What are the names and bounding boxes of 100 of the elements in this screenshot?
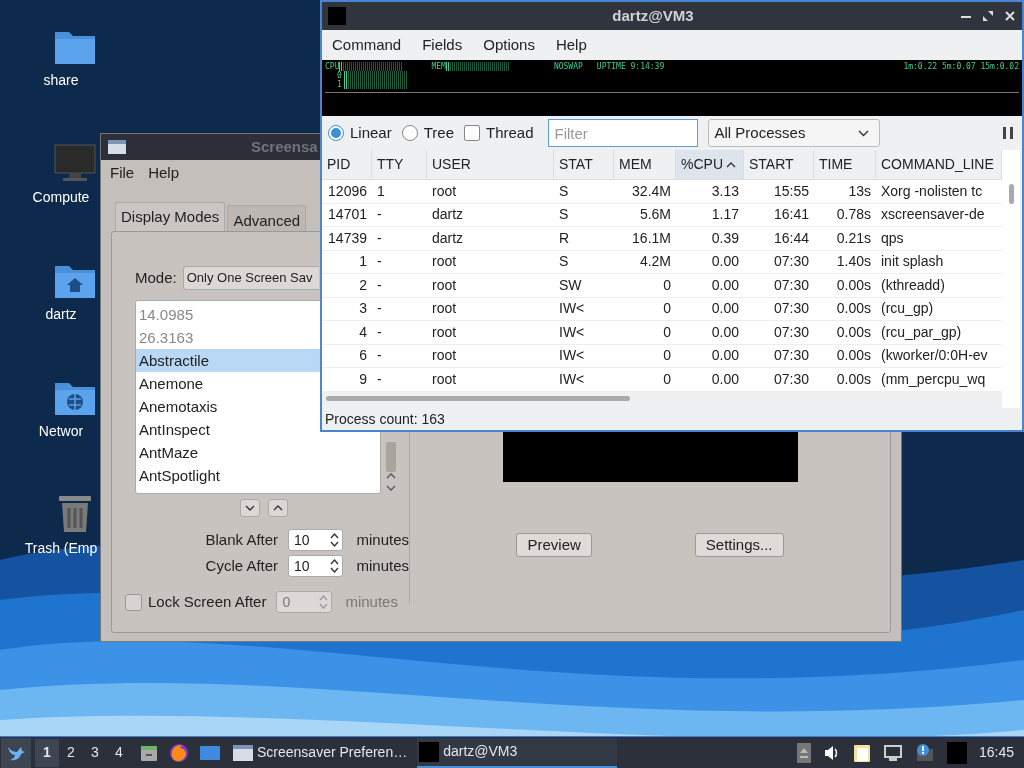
desktop-icon-label[interactable]: Compute bbox=[32, 187, 90, 208]
table-cell-text: R bbox=[559, 228, 570, 248]
notification-icon[interactable] bbox=[914, 742, 935, 763]
table-cell-text: 15:55 bbox=[773, 181, 809, 201]
table-cell-text: 0.00 bbox=[711, 275, 739, 295]
column-header[interactable]: USER bbox=[427, 150, 554, 179]
menu-item[interactable]: Help bbox=[148, 162, 180, 185]
list-item[interactable]: Anemone bbox=[136, 372, 320, 395]
window-icon bbox=[108, 140, 126, 154]
spin-box[interactable]: 10 bbox=[288, 555, 344, 577]
desktop-icon-label[interactable]: Trash (Emp bbox=[24, 538, 98, 559]
desktop-icon-label[interactable]: Networ bbox=[38, 421, 84, 442]
table-cell-text: S bbox=[559, 181, 569, 201]
sort-caret-icon bbox=[726, 161, 736, 168]
view-radio[interactable]: Tree bbox=[401, 121, 454, 145]
task-button[interactable]: Screensaver Preferen… bbox=[231, 737, 410, 768]
workspace-button[interactable]: 1 bbox=[35, 738, 59, 767]
list-item[interactable]: AntInspect bbox=[136, 418, 320, 441]
list-item[interactable]: Anemotaxis bbox=[136, 395, 320, 418]
table-cell-text: - bbox=[377, 275, 382, 295]
meter-bar-drawing bbox=[339, 62, 404, 71]
thread-checkbox[interactable]: Thread bbox=[464, 121, 534, 145]
table-cell-text: 0.00 bbox=[711, 299, 739, 319]
pause-icon[interactable] bbox=[1002, 126, 1014, 140]
column-header[interactable]: PID bbox=[322, 150, 372, 179]
chevron-up-icon bbox=[273, 505, 283, 511]
vertical-scrollbar[interactable] bbox=[1008, 184, 1014, 204]
timer-label: Blank After bbox=[205, 529, 279, 550]
table-cell-text: 1.17 bbox=[711, 205, 739, 225]
menu-item[interactable]: File bbox=[110, 162, 135, 185]
move-up-button[interactable] bbox=[268, 499, 288, 517]
menu-item[interactable]: Fields bbox=[422, 33, 463, 57]
table-cell-text: 0.00 bbox=[711, 346, 739, 366]
unit-label: minutes bbox=[345, 591, 398, 612]
table-cell-text: 0 bbox=[663, 346, 671, 366]
table-cell-text: - bbox=[377, 228, 382, 248]
table-cell-text: 16:41 bbox=[773, 205, 809, 225]
table-cell-text: 1.40s bbox=[836, 252, 871, 272]
column-header[interactable]: TIME bbox=[814, 150, 876, 179]
table-cell-text: init splash bbox=[881, 252, 944, 272]
table-cell-text: 14701 bbox=[328, 205, 367, 225]
table-cell-text: 32.4M bbox=[632, 181, 671, 201]
network-icon[interactable] bbox=[882, 743, 903, 762]
menu-item[interactable]: Options bbox=[483, 33, 535, 57]
table-cell-text: (mm_percpu_wq bbox=[881, 369, 986, 389]
column-header[interactable]: STAT bbox=[554, 150, 614, 179]
column-header[interactable]: TTY bbox=[372, 150, 427, 179]
desktop-icon-label[interactable]: share bbox=[43, 70, 79, 91]
clock[interactable]: 16:45 bbox=[978, 742, 1014, 763]
table-cell-text: root bbox=[432, 322, 457, 342]
move-down-button[interactable] bbox=[240, 499, 260, 517]
close-icon[interactable] bbox=[1004, 10, 1016, 22]
restore-icon[interactable] bbox=[982, 10, 994, 22]
terminal-icon bbox=[419, 741, 440, 762]
spin-box[interactable]: 10 bbox=[288, 529, 344, 551]
table-cell-text: root bbox=[432, 299, 457, 319]
table-cell-text: 5.6M bbox=[639, 205, 671, 225]
table-cell-text: IW< bbox=[559, 369, 585, 389]
start-menu-button[interactable] bbox=[1, 737, 31, 768]
workspace-button[interactable]: 2 bbox=[59, 738, 83, 767]
table-cell-text: 0.21s bbox=[836, 228, 871, 248]
clipboard-icon[interactable] bbox=[852, 742, 871, 763]
table-cell-text: root bbox=[432, 369, 457, 389]
table-cell-text: - bbox=[377, 252, 382, 272]
menu-item[interactable]: Command bbox=[332, 33, 402, 57]
list-item[interactable]: Abstractile bbox=[136, 349, 320, 372]
column-header[interactable]: %CPU bbox=[676, 150, 744, 179]
table-cell-text: (kworker/0:0H-ev bbox=[881, 346, 988, 366]
window-title: dartz@VM3 bbox=[611, 5, 695, 26]
filter-field[interactable]: Filter bbox=[547, 119, 698, 147]
task-button[interactable]: dartz@VM3 bbox=[417, 737, 618, 768]
status-text: Process count: 163 bbox=[325, 409, 445, 429]
workspace-button[interactable]: 3 bbox=[83, 738, 107, 767]
table-cell-text: 07:30 bbox=[773, 252, 809, 272]
desktop-icon-label[interactable]: dartz bbox=[45, 304, 77, 325]
eject-icon[interactable] bbox=[796, 742, 811, 763]
table-cell-text: 0.39 bbox=[711, 228, 739, 248]
process-filter-dropdown[interactable]: All Processes bbox=[707, 119, 880, 147]
chevron-down-icon bbox=[857, 129, 869, 137]
list-item[interactable]: AntSpotlight bbox=[136, 464, 320, 487]
dialog-button[interactable]: Preview bbox=[516, 533, 592, 557]
view-radio[interactable]: Linear bbox=[328, 121, 392, 145]
terminal-icon bbox=[328, 7, 346, 25]
desktop-icon[interactable] bbox=[199, 743, 221, 762]
table-cell-text: 0.00 bbox=[711, 369, 739, 389]
column-header[interactable]: START bbox=[744, 150, 814, 179]
table-cell-text: IW< bbox=[559, 299, 585, 319]
mode-dropdown[interactable]: Only One Screen Sav bbox=[182, 266, 319, 290]
tab[interactable]: Advanced bbox=[227, 205, 307, 231]
dialog-button[interactable]: Settings... bbox=[694, 533, 784, 557]
list-item[interactable]: AntMaze bbox=[136, 441, 320, 464]
chevron-down-icon bbox=[245, 505, 255, 511]
table-cell-text: 1 bbox=[359, 252, 367, 272]
table-cell-text: 0.78s bbox=[836, 205, 871, 225]
menu-item[interactable]: Help bbox=[555, 33, 587, 57]
fox-globe-icon[interactable] bbox=[169, 742, 189, 763]
workspace-button[interactable]: 4 bbox=[107, 738, 131, 767]
horizontal-scrollbar[interactable] bbox=[326, 396, 630, 401]
table-cell-text: (rcu_gp) bbox=[881, 299, 934, 319]
tab[interactable]: Display Modes bbox=[115, 202, 226, 231]
